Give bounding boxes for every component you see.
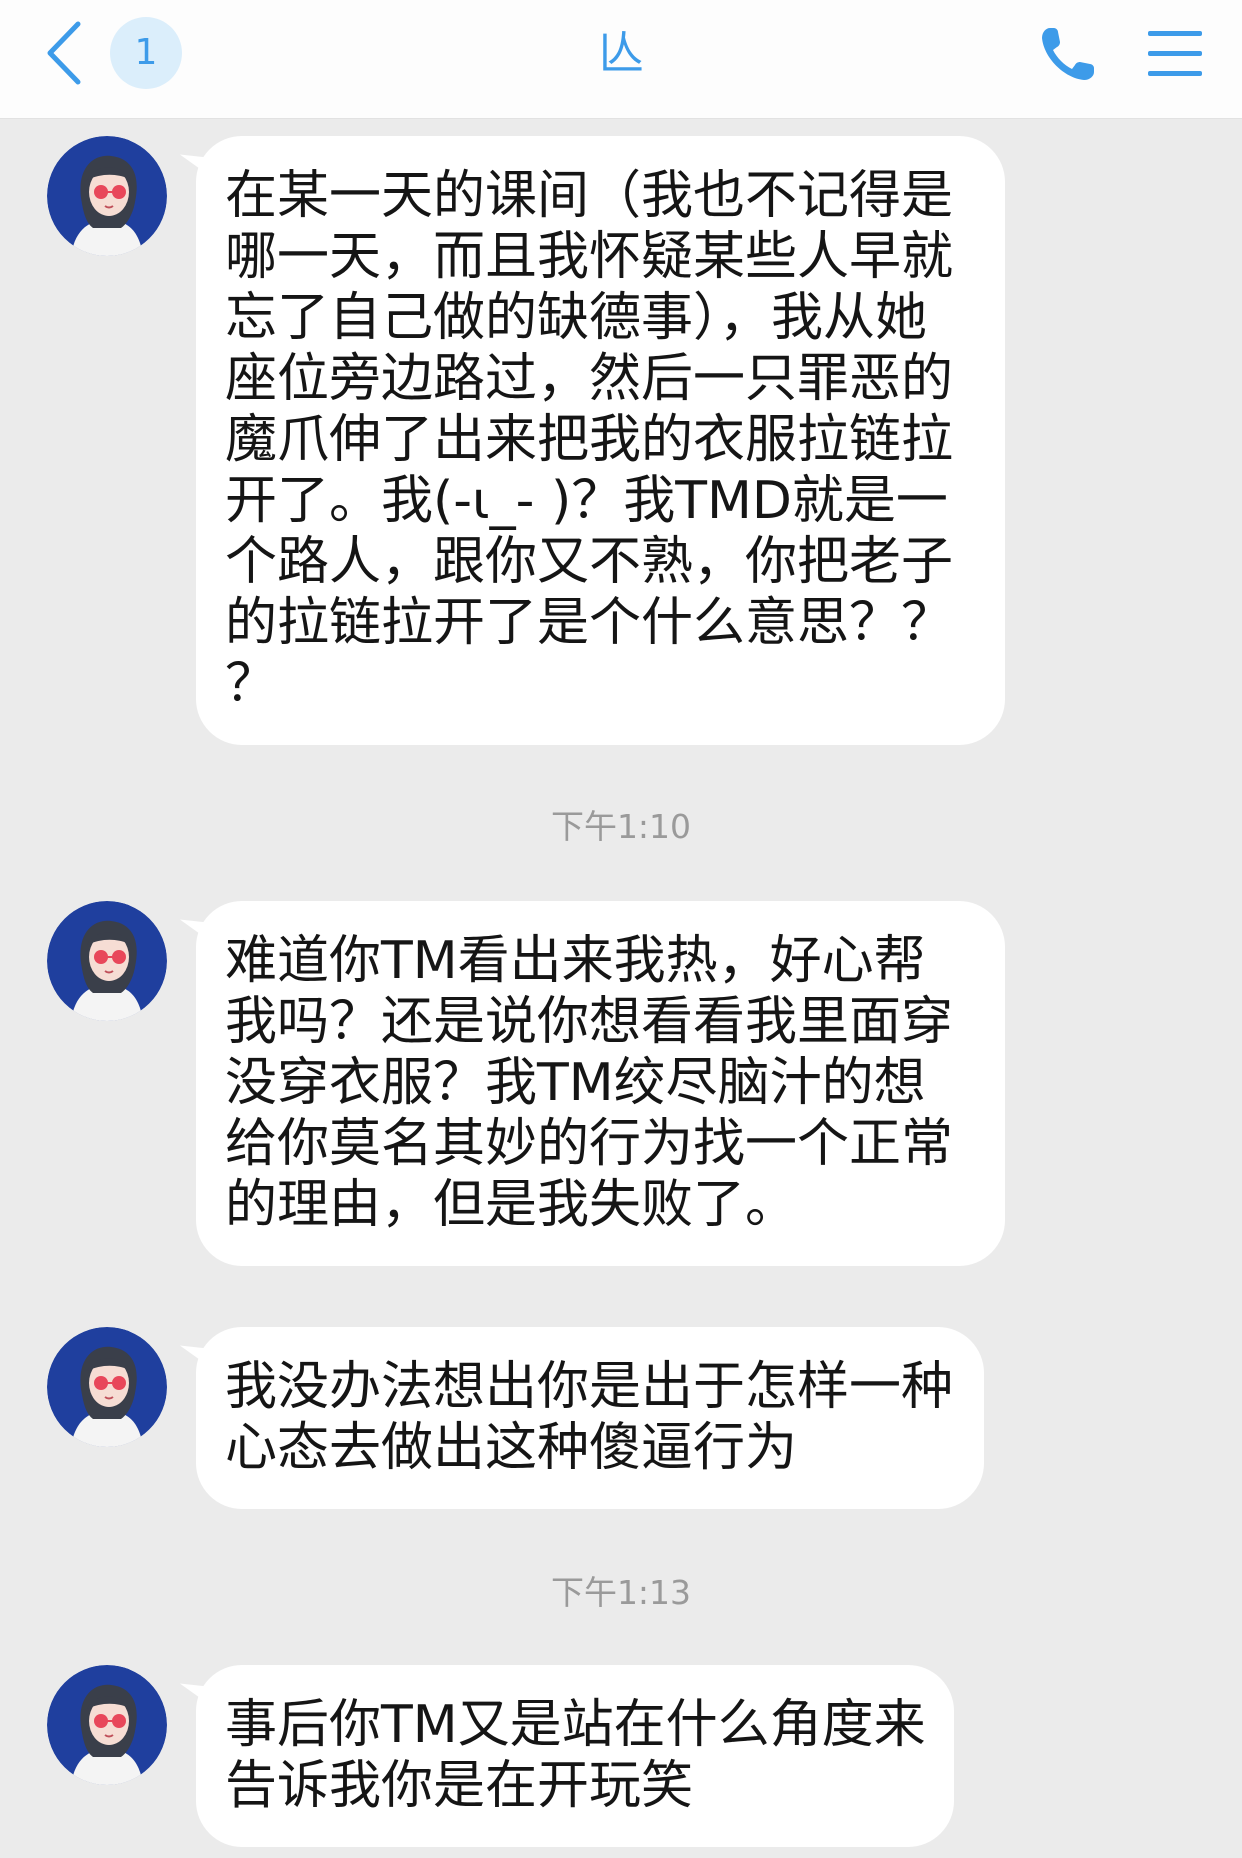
avatar[interactable]	[47, 136, 167, 256]
message-text-line: 给你莫名其妙的行为找一个正常	[225, 1114, 954, 1174]
avatar-icon	[47, 1327, 167, 1447]
message-text-line: 魔爪伸了出来把我的衣服拉链拉	[225, 410, 954, 470]
message-text-line: ？	[225, 654, 278, 714]
message-bubble[interactable]: 难道你TM看出来我热，好心帮 我吗？还是说你想看看我里面穿 没穿衣服？我TM绞尽…	[196, 901, 1005, 1266]
chat-header: 1 亾	[0, 0, 1242, 119]
menu-button[interactable]	[1144, 26, 1206, 82]
chevron-left-icon	[47, 21, 81, 85]
avatar[interactable]	[47, 901, 167, 1021]
avatar-icon	[47, 136, 167, 256]
message-text-line: 事后你TM又是站在什么角度来	[225, 1695, 926, 1755]
message-text-line: 没穿衣服？我TM绞尽脑汁的想	[225, 1053, 926, 1113]
message-bubble[interactable]: 我没办法想出你是出于怎样一种 心态去做出这种傻逼行为	[196, 1327, 984, 1509]
chat-title: 亾	[598, 26, 644, 80]
message-text-line: 的理由，但是我失败了。	[225, 1175, 798, 1235]
back-button[interactable]	[38, 18, 94, 88]
message-text-line: 告诉我你是在开玩笑	[225, 1756, 694, 1816]
message-text-line: 开了。我(-ι_- )？我TMD就是一	[225, 471, 948, 531]
message-text-line: 的拉链拉开了是个什么意思？？	[225, 593, 954, 653]
message-bubble[interactable]: 在某一天的课间（我也不记得是 哪一天，而且我怀疑某些人早就 忘了自己做的缺德事）…	[196, 136, 1005, 745]
message-text-line: 难道你TM看出来我热，好心帮	[225, 931, 926, 991]
message-text-line: 哪一天，而且我怀疑某些人早就	[225, 227, 954, 287]
call-button[interactable]	[1036, 22, 1100, 86]
message-text-line: 忘了自己做的缺德事），我从她	[225, 288, 928, 348]
message-text-line: 心态去做出这种傻逼行为	[225, 1418, 798, 1478]
timestamp: 下午1:10	[550, 807, 692, 846]
menu-icon	[1148, 31, 1202, 76]
message-text-line: 我吗？还是说你想看看我里面穿	[225, 992, 954, 1052]
timestamp: 下午1:13	[550, 1573, 692, 1612]
unread-badge[interactable]: 1	[110, 17, 182, 89]
phone-icon	[1042, 28, 1094, 80]
avatar[interactable]	[47, 1665, 167, 1785]
avatar[interactable]	[47, 1327, 167, 1447]
avatar-icon	[47, 1665, 167, 1785]
message-text-line: 我没办法想出你是出于怎样一种	[225, 1357, 954, 1417]
message-bubble[interactable]: 事后你TM又是站在什么角度来 告诉我你是在开玩笑	[196, 1665, 954, 1847]
message-text-line: 个路人，跟你又不熟，你把老子	[225, 532, 954, 592]
message-text-line: 座位旁边路过，然后一只罪恶的	[225, 349, 954, 409]
avatar-icon	[47, 901, 167, 1021]
message-text-line: 在某一天的课间（我也不记得是	[225, 166, 954, 226]
